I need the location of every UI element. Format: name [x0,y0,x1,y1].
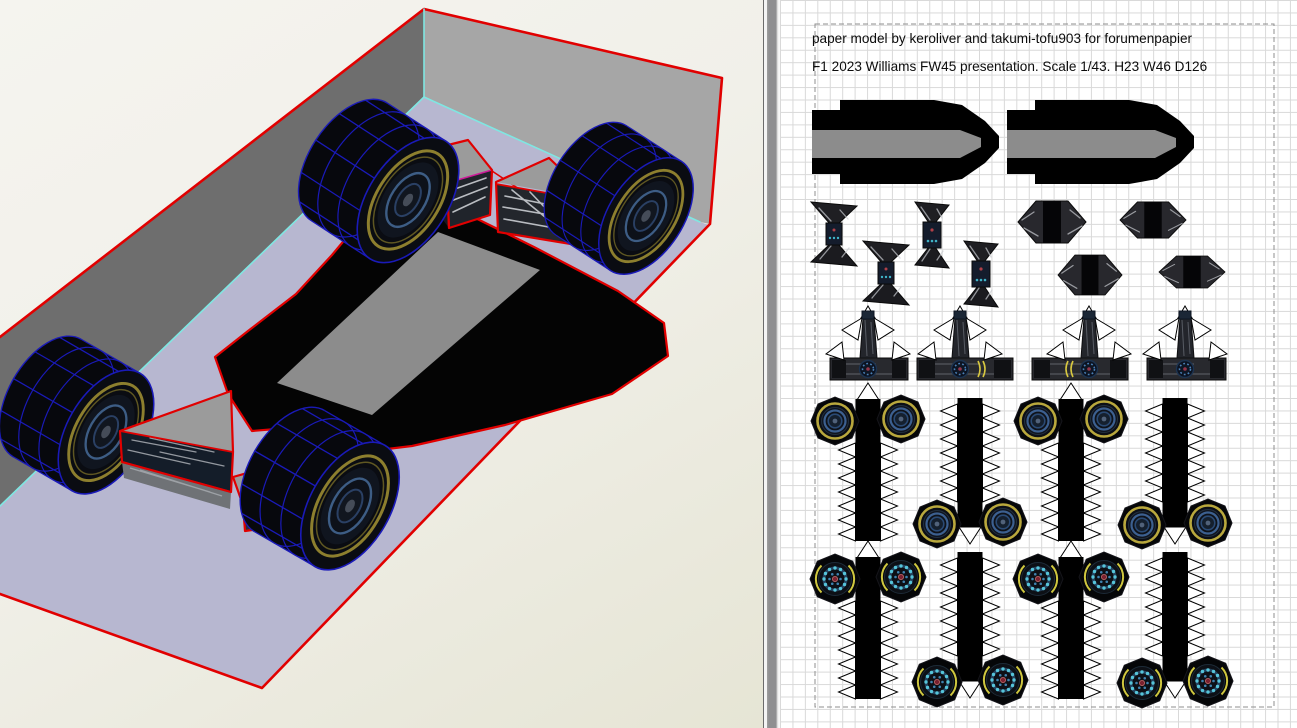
part-tire-strip-7[interactable] [1013,541,1129,699]
part-tire-strip-8[interactable] [1117,552,1233,708]
part-wing-element-1[interactable] [1018,201,1086,243]
page-credit-line: paper model by keroliver and takumi-tofu… [812,31,1193,46]
app-window: paper model by keroliver and takumi-tofu… [0,0,1297,728]
part-airbox-2[interactable] [863,241,909,305]
page-preview-pane[interactable]: paper model by keroliver and takumi-tofu… [780,0,1297,728]
part-wing-element-4[interactable] [1159,256,1225,288]
scene-3d[interactable] [0,0,763,728]
pane-splitter[interactable] [763,0,780,728]
part-body-half-left[interactable] [812,100,999,184]
part-suspension-1[interactable] [826,306,910,380]
part-tire-strip-5[interactable] [810,541,926,699]
part-tire-strip-3[interactable] [1014,383,1128,541]
part-wing-element-3[interactable] [1120,202,1186,238]
part-body-half-right[interactable] [1007,100,1194,184]
part-tire-strip-1[interactable] [811,383,925,541]
part-tire-strip-6[interactable] [912,552,1028,707]
part-airbox-4[interactable] [964,241,998,307]
viewport-3d[interactable] [0,0,763,728]
part-wing-element-2[interactable] [1058,255,1122,295]
part-airbox-3[interactable] [915,202,949,268]
part-suspension-2[interactable] [917,306,1013,380]
part-tire-strip-2[interactable] [913,398,1027,548]
part-tire-strip-4[interactable] [1118,398,1232,549]
part-suspension-3[interactable] [1032,306,1131,380]
page-info-line: F1 2023 Williams FW45 presentation. Scal… [812,59,1207,74]
part-airbox-1[interactable] [811,202,857,266]
part-suspension-4[interactable] [1143,306,1227,380]
